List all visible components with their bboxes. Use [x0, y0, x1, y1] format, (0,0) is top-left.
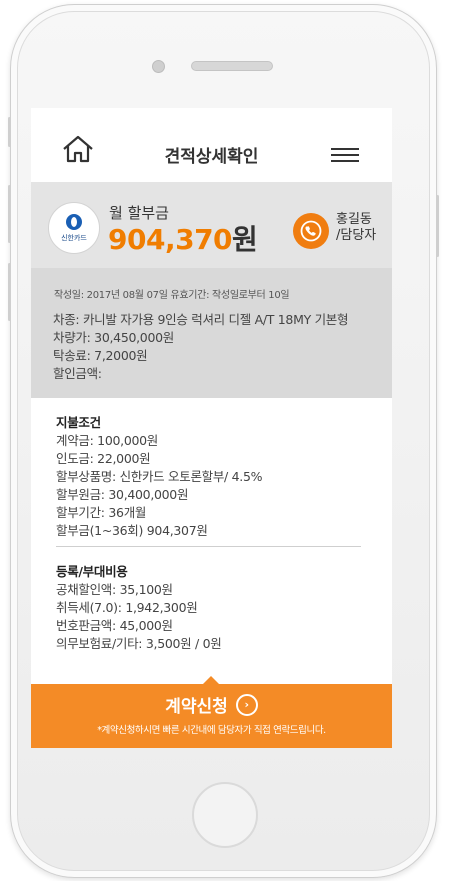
car-price: 차량가: 30,450,000원 [53, 330, 174, 345]
volume-down-button [8, 263, 11, 321]
installment-amount: 할부금(1~36회) 904,307원 [56, 523, 208, 538]
cta-pointer [203, 676, 219, 684]
car-model: 차종: 카니발 자가용 9인승 럭셔리 디젤 A/T 18MY 기본형 [53, 312, 349, 327]
payment-terms-section: 지불조건 계약금: 100,000원 인도금: 22,000원 할부상품명: 신… [56, 414, 263, 540]
agent-info[interactable]: 홍길동 /담당자 [336, 212, 376, 244]
insurance-fee: 의무보험료/기타: 3,500원 / 0원 [56, 636, 222, 651]
section-divider [56, 546, 361, 547]
installment-principal: 할부원금: 30,400,000원 [56, 487, 189, 502]
contract-request-button[interactable]: 계약신청 › *계약신청하시면 빠른 시간내에 담당자가 직접 연락드립니다. [31, 676, 392, 748]
front-camera [152, 60, 165, 73]
agent-contact-button[interactable] [293, 213, 329, 249]
payment-terms-heading: 지불조건 [56, 415, 101, 430]
agent-name: 홍길동 [336, 212, 372, 227]
bond-discount: 공채할인액: 35,100원 [56, 582, 173, 597]
monthly-payment-value: 904,370 [108, 223, 233, 256]
discount-amount: 할인금액: [53, 366, 102, 381]
registration-costs-section: 등록/부대비용 공채할인액: 35,100원 취득세(7.0): 1,942,3… [56, 563, 222, 653]
installment-period: 할부기간: 36개월 [56, 505, 147, 520]
plate-fee: 번호판금액: 45,000원 [56, 618, 173, 633]
installment-product: 할부상품명: 신한카드 오토론할부/ 4.5% [56, 469, 263, 484]
agent-role: /담당자 [336, 228, 377, 243]
mute-switch [8, 117, 11, 147]
cta-note: *계약신청하시면 빠른 시간내에 담당자가 직접 연락드립니다. [97, 725, 326, 736]
monthly-payment-amount: 904,370원 [108, 218, 258, 258]
payment-summary: 신한카드 월 할부금 904,370원 홍길동 /담당자 [31, 182, 392, 268]
quote-info: 작성일: 2017년 08월 07일 유효기간: 작성일로부터 10일 차종: … [31, 268, 392, 398]
currency-unit: 원 [232, 223, 258, 256]
cta-label: 계약신청 [165, 697, 228, 717]
volume-up-button [8, 185, 11, 243]
card-brand-icon [66, 213, 82, 230]
hamburger-menu-icon[interactable] [331, 148, 359, 164]
registration-heading: 등록/부대비용 [56, 564, 128, 579]
card-name: 신한카드 [61, 233, 87, 242]
deposit: 계약금: 100,000원 [56, 433, 158, 448]
acquisition-tax: 취득세(7.0): 1,942,300원 [56, 600, 198, 615]
quote-date-validity: 작성일: 2017년 08월 07일 유효기간: 작성일로부터 10일 [54, 290, 290, 301]
chevron-right-icon: › [235, 693, 258, 716]
app-screen: 견적상세확인 신한카드 월 할부금 904,370원 홍길동 /담당자 작성일:… [31, 108, 392, 748]
delivery-fee: 탁송료: 7,2000원 [53, 348, 148, 363]
down-payment: 인도금: 22,000원 [56, 451, 151, 466]
cta-label-row: 계약신청 › [31, 692, 392, 717]
phone-home-button [192, 782, 258, 848]
power-button [436, 195, 439, 257]
shinhan-card-logo: 신한카드 [48, 202, 100, 254]
app-header: 견적상세확인 [31, 108, 392, 182]
vehicle-specs: 차종: 카니발 자가용 9인승 럭셔리 디젤 A/T 18MY 기본형 차량가:… [53, 311, 348, 383]
phone-chat-icon [300, 220, 322, 242]
speaker-grille [191, 61, 273, 71]
